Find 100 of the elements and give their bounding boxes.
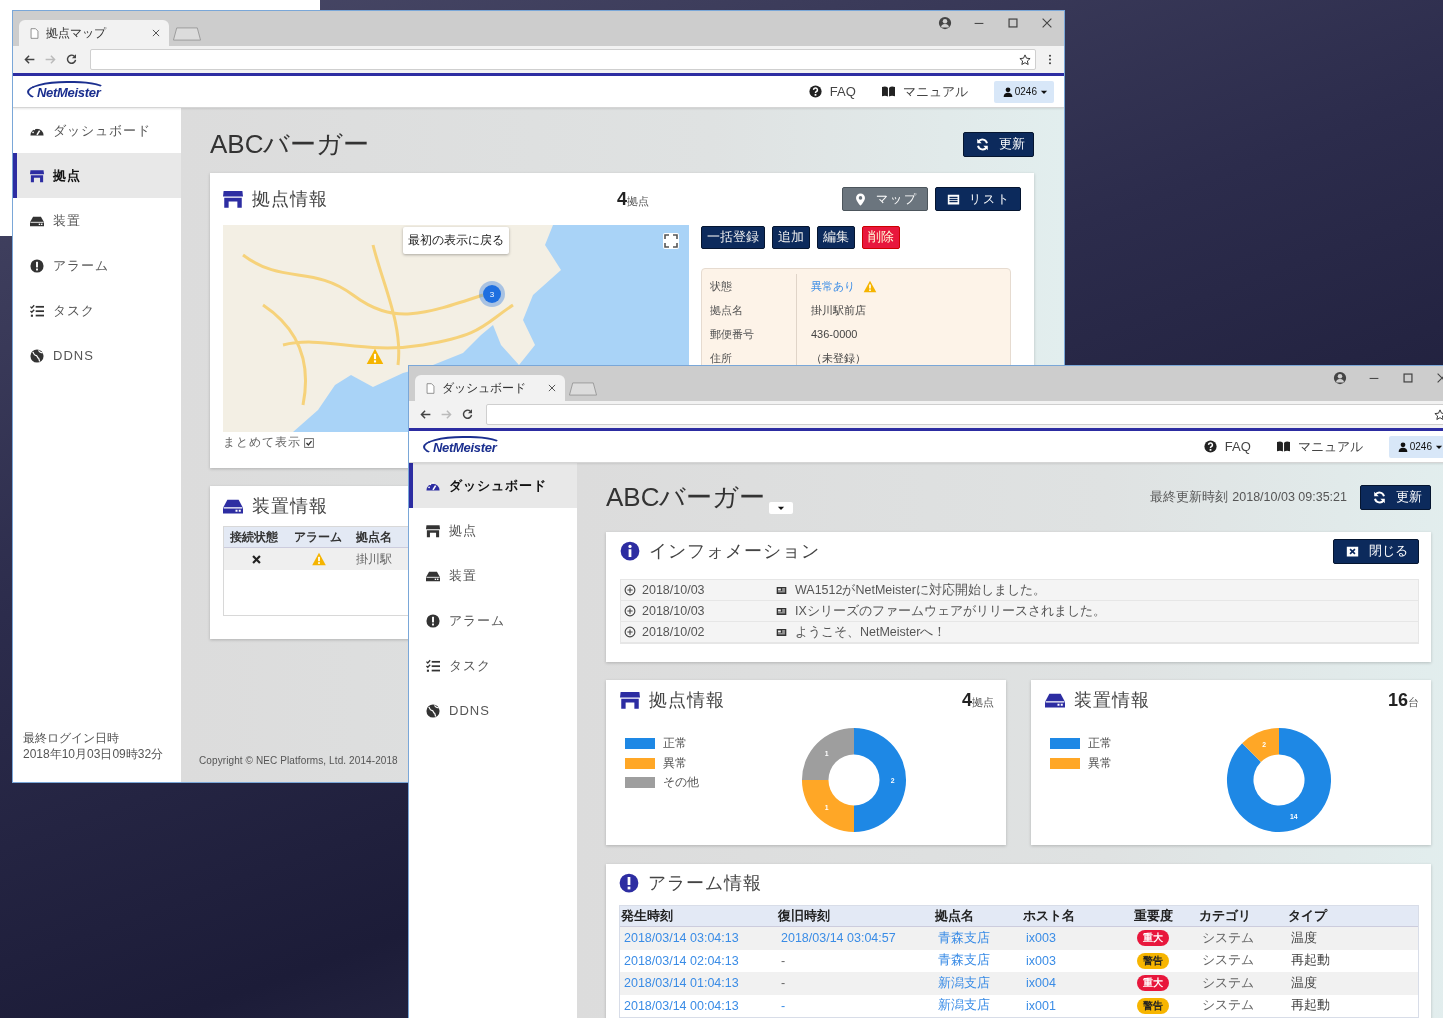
globe-icon: [30, 348, 44, 363]
site-link[interactable]: 新潟支店: [938, 997, 990, 1015]
header-link[interactable]: FAQ: [1203, 439, 1251, 454]
reset-view-button[interactable]: 最初の表示に戻る: [403, 227, 509, 254]
sidebar-item[interactable]: アラーム: [13, 243, 181, 288]
column-header: 接続状態: [230, 528, 279, 546]
star-icon: [1434, 408, 1443, 421]
checklist-icon: [30, 303, 44, 318]
severity-badge: 重大: [1137, 930, 1169, 947]
checklist-icon: [426, 658, 440, 673]
site-link[interactable]: 青森支店: [938, 952, 990, 970]
view-toggle-button[interactable]: マップ: [842, 187, 928, 211]
legend-label: 正常: [663, 735, 687, 753]
help-icon: [1203, 440, 1217, 453]
site-dropdown-button[interactable]: [769, 501, 794, 514]
info-message: IXシリーズのファームウェアがリリースされました。: [795, 602, 1106, 620]
maximize-icon: [1006, 16, 1020, 30]
table-cell: -: [781, 953, 786, 968]
sidebar-item[interactable]: ダッシュボード: [409, 463, 577, 508]
page-icon: [425, 382, 436, 394]
table-cell: -: [781, 976, 786, 991]
sidebar-item[interactable]: DDNS: [409, 688, 577, 733]
detail-value: 掛川駅前店: [811, 302, 866, 318]
close-icon: [547, 383, 557, 393]
sidebar-item[interactable]: タスク: [13, 288, 181, 333]
legend-label: 異常: [1088, 754, 1112, 772]
checkbox[interactable]: [304, 437, 314, 448]
user-menu-button[interactable]: 0246: [993, 80, 1054, 103]
severity-badge: 警告: [1137, 952, 1169, 969]
count-value: 16: [1387, 689, 1408, 711]
table-cell: システム: [1202, 952, 1254, 970]
star-icon: [1019, 53, 1031, 66]
address-bar[interactable]: [90, 49, 1036, 70]
account-icon: [1333, 371, 1347, 385]
time-link[interactable]: 2018/03/14 02:04:13: [624, 953, 739, 968]
exclamation-icon: [30, 258, 44, 273]
detail-label: 拠点名: [702, 298, 797, 322]
refresh-icon: [1373, 490, 1386, 504]
new-tab-button[interactable]: [569, 382, 597, 396]
column-header: ホスト名: [1023, 907, 1076, 925]
address-bar[interactable]: [486, 404, 1443, 425]
action-button[interactable]: 一括登録: [701, 226, 765, 249]
count-unit: 拠点: [627, 194, 649, 209]
header-link[interactable]: マニュアル: [881, 82, 968, 101]
header-link[interactable]: マニュアル: [1276, 437, 1363, 456]
sidebar-item[interactable]: DDNS: [13, 333, 181, 378]
sidebar-item[interactable]: 装置: [409, 553, 577, 598]
map-pin-icon: [854, 192, 867, 206]
sidebar-item[interactable]: 拠点: [13, 153, 181, 198]
action-button[interactable]: 編集: [817, 226, 855, 249]
table-cell: 再起動: [1291, 952, 1330, 970]
sidebar-item[interactable]: 拠点: [409, 508, 577, 553]
new-tab-button[interactable]: [173, 27, 201, 41]
site-count: 4: [617, 188, 627, 210]
header-link[interactable]: FAQ: [808, 84, 856, 99]
column-header: 重要度: [1134, 907, 1174, 925]
expand-icon: [624, 626, 636, 638]
legend-label: その他: [663, 774, 699, 792]
legend-label: 正常: [1088, 735, 1112, 753]
host-link[interactable]: ix001: [1026, 998, 1056, 1013]
action-button[interactable]: 削除: [862, 226, 900, 249]
close-icon: [151, 28, 161, 38]
column-header: タイプ: [1288, 907, 1329, 925]
reload-icon: [65, 53, 78, 66]
refresh-button[interactable]: 更新: [1360, 484, 1431, 510]
time-link[interactable]: 2018/03/14 00:04:13: [624, 998, 739, 1013]
severity-badge: 警告: [1137, 997, 1169, 1014]
detail-value: 436-0000: [811, 328, 858, 340]
help-icon: [808, 85, 822, 98]
last-login-time: 2018年10月03日09時32分: [23, 746, 165, 762]
forward-arrow-icon: [440, 408, 453, 421]
store-icon: [30, 168, 44, 183]
browser-tab[interactable]: ダッシュボード: [415, 375, 565, 401]
host-link[interactable]: ix003: [1026, 953, 1056, 968]
page-icon: [29, 27, 40, 39]
user-menu-button[interactable]: 0246: [1388, 435, 1443, 458]
action-button[interactable]: 追加: [772, 226, 810, 249]
sidebar-item[interactable]: タスク: [409, 643, 577, 688]
browser-tab[interactable]: 拠点マップ: [19, 20, 169, 46]
close-button[interactable]: 閉じる: [1333, 538, 1419, 564]
column-header: 発生時刻: [621, 907, 674, 925]
refresh-button[interactable]: 更新: [963, 131, 1034, 157]
close-icon: [1346, 544, 1359, 558]
back-arrow-icon: [23, 53, 36, 66]
sidebar-item[interactable]: ダッシュボード: [13, 108, 181, 153]
store-icon: [223, 189, 243, 209]
last-login-label: 最終ログイン日時: [23, 730, 120, 746]
newspaper-icon: [776, 584, 787, 596]
view-toggle-button[interactable]: リスト: [935, 187, 1021, 211]
info-icon: [620, 541, 640, 561]
logo[interactable]: NetMeister: [27, 80, 107, 103]
time-link[interactable]: -: [781, 998, 786, 1013]
legend-label: 異常: [663, 754, 687, 772]
info-date: 2018/10/03: [642, 604, 706, 618]
group-toggle-label: まとめて表示: [223, 434, 301, 451]
sidebar-item[interactable]: アラーム: [409, 598, 577, 643]
logo[interactable]: NetMeister: [423, 435, 503, 458]
store-icon: [620, 690, 640, 710]
sidebar-item[interactable]: 装置: [13, 198, 181, 243]
table-cell: 温度: [1291, 929, 1317, 947]
